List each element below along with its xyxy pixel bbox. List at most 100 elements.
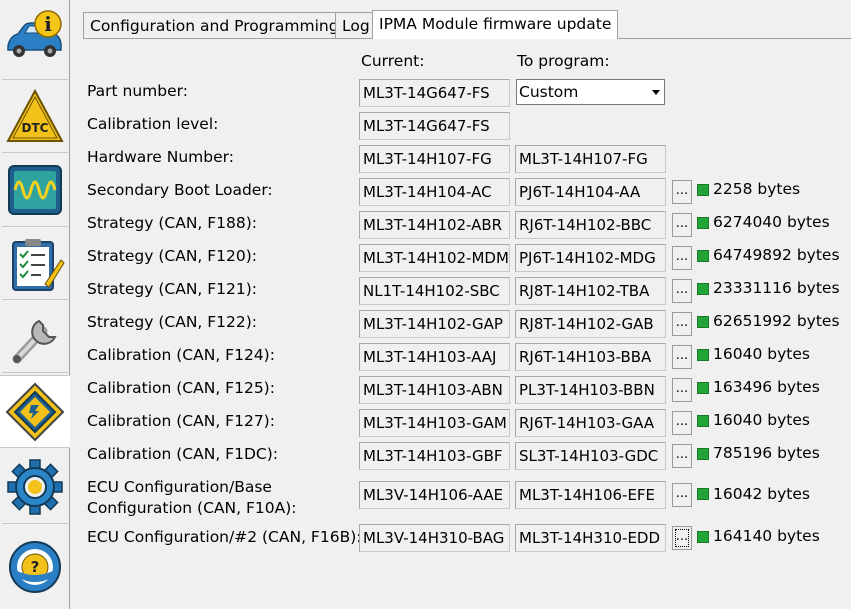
sidebar-item-vehicle-info[interactable]: i xyxy=(0,0,70,73)
file-row-label: Calibration (CAN, F125): xyxy=(87,379,275,397)
file-status-indicator xyxy=(697,283,709,295)
file-row-label-continuation: Configuration (CAN, F10A): xyxy=(87,499,297,517)
column-header-current: Current: xyxy=(361,52,425,70)
chip-icon xyxy=(5,382,65,441)
tab-configuration-programming[interactable]: Configuration and Programming xyxy=(83,12,346,38)
file-row-label: ECU Configuration/Base xyxy=(87,478,272,496)
file-size: 62651992 bytes xyxy=(713,312,840,330)
file-row-label: Calibration (CAN, F1DC): xyxy=(87,445,278,463)
file-status-indicator xyxy=(697,415,709,427)
sidebar-item-settings[interactable] xyxy=(0,450,70,523)
file-to-program-field: RJ8T-14H102-TBA xyxy=(515,277,666,305)
sidebar-item-module-programming[interactable] xyxy=(0,375,70,448)
file-current-field: ML3T-14H103-GBF xyxy=(359,442,510,470)
file-status-indicator xyxy=(697,531,709,543)
column-header-to-program: To program: xyxy=(517,52,610,70)
file-status-indicator xyxy=(697,488,709,500)
file-size: 2258 bytes xyxy=(713,180,801,198)
browse-button[interactable]: ... xyxy=(672,526,692,550)
file-to-program-field: PL3T-14H103-BBN xyxy=(515,376,666,404)
tab-ipma-firmware-update[interactable]: IPMA Module firmware update xyxy=(372,10,619,39)
file-row-label: Strategy (CAN, F188): xyxy=(87,214,258,232)
hardware-number-to-program-field: ML3T-14H107-FG xyxy=(515,145,666,173)
file-current-field: ML3V-14H106-AAE xyxy=(359,481,510,509)
file-to-program-field: RJ6T-14H103-GAA xyxy=(515,409,666,437)
file-current-field: ML3T-14H103-GAM xyxy=(359,409,510,437)
browse-button[interactable]: ... xyxy=(672,279,692,303)
checklist-icon xyxy=(12,238,65,291)
oscilloscope-icon xyxy=(8,164,62,215)
part-number-select[interactable]: Custom xyxy=(516,79,665,105)
sidebar-item-oscilloscope[interactable] xyxy=(0,153,70,226)
browse-button[interactable]: ... xyxy=(672,483,692,507)
file-to-program-field: RJ6T-14H103-BBA xyxy=(515,343,666,371)
browse-button[interactable]: ... xyxy=(672,213,692,237)
file-to-program-field: PJ6T-14H102-MDG xyxy=(515,244,666,272)
file-size: 23331116 bytes xyxy=(713,279,840,297)
file-row-label: Secondary Boot Loader: xyxy=(87,181,273,199)
hardware-number-label: Hardware Number: xyxy=(87,148,234,166)
file-status-indicator xyxy=(697,382,709,394)
car-info-icon: i xyxy=(7,9,62,57)
browse-button[interactable]: ... xyxy=(672,345,692,369)
sidebar-item-checklist[interactable] xyxy=(0,227,70,300)
file-size: 16040 bytes xyxy=(713,411,810,429)
file-size: 64749892 bytes xyxy=(713,246,840,264)
calibration-level-label: Calibration level: xyxy=(87,115,219,133)
file-status-indicator xyxy=(697,184,709,196)
chevron-down-icon[interactable] xyxy=(649,81,663,103)
file-row-label: Strategy (CAN, F122): xyxy=(87,313,258,331)
dtc-icon: DTC xyxy=(6,88,64,142)
sidebar-item-help[interactable]: ? xyxy=(0,530,70,603)
file-current-field: ML3T-14H103-AAJ xyxy=(359,343,510,371)
browse-button[interactable]: ... xyxy=(672,312,692,336)
file-current-field: ML3T-14H102-GAP xyxy=(359,310,510,338)
sidebar: i DTC ? xyxy=(0,0,70,609)
file-row-label: Calibration (CAN, F124): xyxy=(87,346,275,364)
browse-button[interactable]: ... xyxy=(672,411,692,435)
calibration-level-current-field: ML3T-14G647-FS xyxy=(359,112,510,140)
file-row-label: Calibration (CAN, F127): xyxy=(87,412,275,430)
wrench-icon xyxy=(12,319,57,363)
browse-button[interactable]: ... xyxy=(672,246,692,270)
svg-text:?: ? xyxy=(31,558,40,576)
file-to-program-field: ML3T-14H106-EFE xyxy=(515,481,666,509)
file-size: 785196 bytes xyxy=(713,444,820,462)
file-row-label: Strategy (CAN, F121): xyxy=(87,280,258,298)
svg-text:i: i xyxy=(44,12,52,36)
file-size: 16042 bytes xyxy=(713,485,810,503)
file-current-field: ML3T-14H103-ABN xyxy=(359,376,510,404)
browse-button[interactable]: ... xyxy=(672,444,692,468)
file-current-field: ML3T-14H104-AC xyxy=(359,178,510,206)
sidebar-item-dtc[interactable]: DTC xyxy=(0,80,70,153)
file-row-label: Strategy (CAN, F120): xyxy=(87,247,258,265)
file-to-program-field: SL3T-14H103-GDC xyxy=(515,442,666,470)
browse-button[interactable]: ... xyxy=(672,378,692,402)
part-number-current-field: ML3T-14G647-FS xyxy=(359,79,510,107)
file-current-field: ML3T-14H102-MDM xyxy=(359,244,510,272)
file-status-indicator xyxy=(697,217,709,229)
hardware-number-current-field: ML3T-14H107-FG xyxy=(359,145,510,173)
file-status-indicator xyxy=(697,349,709,361)
file-to-program-field: RJ8T-14H102-GAB xyxy=(515,310,666,338)
tab-log[interactable]: Log xyxy=(335,12,377,38)
file-to-program-field: ML3T-14H310-EDD xyxy=(515,524,666,552)
file-to-program-field: PJ6T-14H104-AA xyxy=(515,178,666,206)
gear-icon xyxy=(7,458,63,515)
part-number-selected-value: Custom xyxy=(519,83,579,101)
svg-text:DTC: DTC xyxy=(22,121,49,135)
file-status-indicator xyxy=(697,448,709,460)
file-current-field: ML3V-14H310-BAG xyxy=(359,524,510,552)
file-size: 163496 bytes xyxy=(713,378,820,396)
file-current-field: ML3T-14H102-ABR xyxy=(359,211,510,239)
part-number-label: Part number: xyxy=(87,82,188,100)
file-status-indicator xyxy=(697,316,709,328)
file-row-label: ECU Configuration/#2 (CAN, F16B): xyxy=(87,528,362,546)
browse-button[interactable]: ... xyxy=(672,180,692,204)
file-to-program-field: RJ6T-14H102-BBC xyxy=(515,211,666,239)
sidebar-item-service[interactable] xyxy=(0,300,70,373)
file-size: 6274040 bytes xyxy=(713,213,830,231)
steering-help-icon: ? xyxy=(9,540,61,593)
file-size: 16040 bytes xyxy=(713,345,810,363)
file-current-field: NL1T-14H102-SBC xyxy=(359,277,510,305)
